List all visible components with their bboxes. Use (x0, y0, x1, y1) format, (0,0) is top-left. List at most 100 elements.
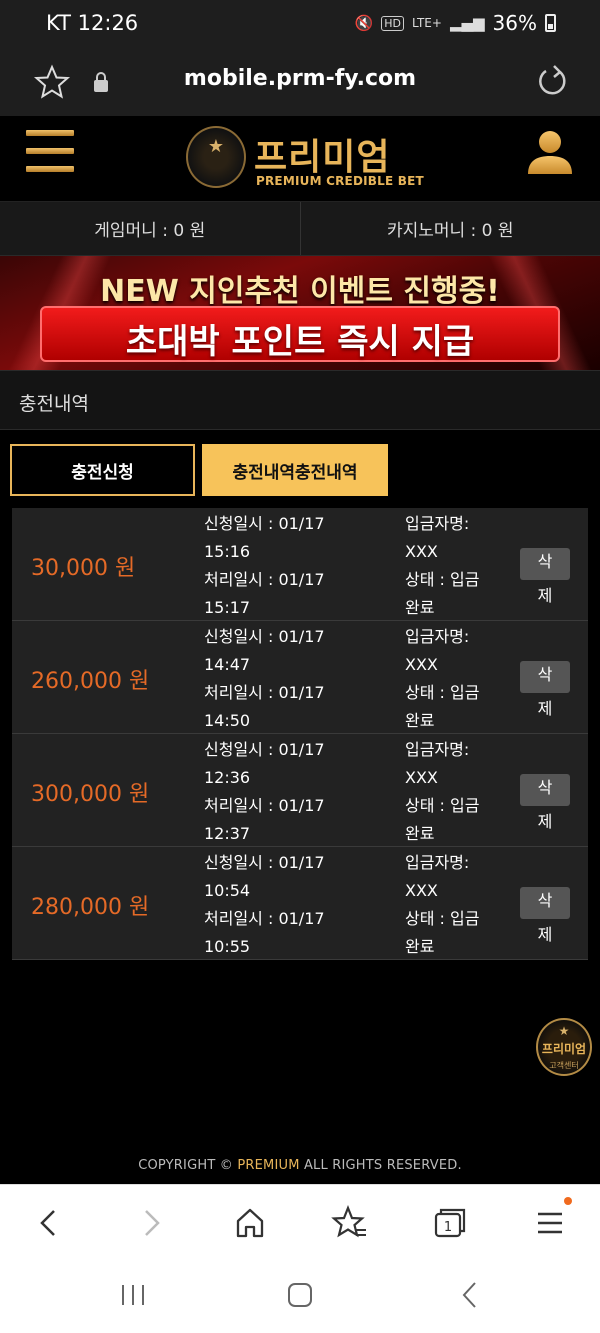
menu-icon[interactable] (530, 1203, 570, 1243)
history-row: 30,000 원 신청일시 : 01/17 15:16 처리일시 : 01/17… (12, 508, 588, 621)
star-icon: ★ (558, 1024, 570, 1038)
url-text[interactable]: mobile.prm-fy.com (0, 66, 600, 91)
depositor-column: 입금자명: XXX 상태 : 입금 완료 (405, 623, 515, 735)
status-value: 완료 (405, 598, 435, 617)
request-time-label: 신청일시 : 01/17 (204, 740, 325, 759)
back-arrow-icon[interactable] (28, 1203, 68, 1243)
history-row: 280,000 원 신청일시 : 01/17 10:54 처리일시 : 01/1… (12, 847, 588, 960)
page-title: 충전내역 (19, 393, 89, 415)
depositor-label: 입금자명: (405, 853, 470, 872)
delete-button-label-2: 제 (537, 925, 553, 944)
system-back-icon[interactable] (455, 1280, 485, 1310)
battery-percent: 36% (492, 11, 537, 35)
menu-hamburger-icon[interactable] (26, 130, 74, 174)
customer-support-badge[interactable]: ★ 프리미엄 고객센터 (536, 1018, 592, 1076)
delete-button[interactable]: 삭 (520, 887, 570, 919)
status-value: 완료 (405, 937, 435, 956)
status-value: 완료 (405, 824, 435, 843)
logo-emblem-icon (186, 126, 246, 188)
notification-dot (564, 1197, 572, 1205)
signal-icon: ▂▄▆ (449, 14, 485, 32)
process-time-value: 14:50 (204, 711, 251, 730)
battery-icon (545, 14, 556, 32)
banner-line-2: 초대박 포인트 즉시 지급 (125, 322, 475, 362)
delete-button[interactable]: 삭 (520, 548, 570, 580)
request-time-value: 15:16 (204, 542, 251, 561)
status-label: 상태 : 입금 (405, 909, 480, 928)
depositor-value: XXX (405, 542, 438, 561)
charge-amount: 30,000 원 (31, 556, 136, 581)
status-value: 완료 (405, 711, 435, 730)
reload-icon[interactable] (532, 62, 572, 102)
depositor-column: 입금자명: XXX 상태 : 입금 완료 (405, 510, 515, 622)
process-time-value: 12:37 (204, 824, 251, 843)
recent-apps-icon[interactable] (118, 1280, 148, 1310)
time-column: 신청일시 : 01/17 15:16 처리일시 : 01/17 15:17 (204, 510, 394, 622)
browser-url-bar: mobile.prm-fy.com (0, 50, 600, 116)
request-time-value: 14:47 (204, 655, 251, 674)
request-time-value: 10:54 (204, 881, 251, 900)
network-label: LTE+ (411, 16, 442, 30)
site-logo[interactable]: 프리미엄 PREMIUM CREDIBLE BET (186, 126, 426, 196)
tabs-icon[interactable]: 1 (430, 1203, 470, 1243)
time-column: 신청일시 : 01/17 12:36 처리일시 : 01/17 12:37 (204, 736, 394, 848)
depositor-value: XXX (405, 881, 438, 900)
site-header: 프리미엄 PREMIUM CREDIBLE BET (0, 116, 600, 202)
process-time-label: 처리일시 : 01/17 (204, 796, 325, 815)
depositor-column: 입금자명: XXX 상태 : 입금 완료 (405, 736, 515, 848)
copyright-suffix: ALL RIGHTS RESERVED. (299, 1158, 462, 1173)
tab-charge-apply[interactable]: 충전신청 (10, 444, 195, 496)
home-icon[interactable] (230, 1203, 270, 1243)
time-column: 신청일시 : 01/17 14:47 처리일시 : 01/17 14:50 (204, 623, 394, 735)
delete-button-label-2: 제 (537, 812, 553, 831)
charge-amount: 300,000 원 (31, 782, 150, 807)
tab-charge-history[interactable]: 충전내역충전내역 (202, 444, 388, 496)
support-badge-sub: 고객센터 (549, 1061, 579, 1070)
hd-voice-icon: HD (381, 15, 404, 31)
delete-button-label-2: 제 (537, 586, 553, 605)
game-money-balance: 게임머니 : 0 원 (94, 221, 206, 241)
balance-bar: 게임머니 : 0 원 카지노머니 : 0 원 (0, 202, 600, 256)
mute-icon: 🔇 (354, 14, 374, 32)
request-time-value: 12:36 (204, 768, 251, 787)
banner-line-1: NEW 지인추천 이벤트 진행중! (100, 274, 500, 309)
depositor-label: 입금자명: (405, 740, 470, 759)
charge-amount: 280,000 원 (31, 895, 150, 920)
promo-banner[interactable]: NEW 지인추천 이벤트 진행중! 초대박 포인트 즉시 지급 (0, 256, 600, 370)
copyright-prefix: COPYRIGHT © (138, 1158, 238, 1173)
delete-button[interactable]: 삭 (520, 774, 570, 806)
casino-money-balance: 카지노머니 : 0 원 (299, 202, 600, 255)
system-nav-bar (0, 1260, 600, 1333)
request-time-label: 신청일시 : 01/17 (204, 514, 325, 533)
request-time-label: 신청일시 : 01/17 (204, 627, 325, 646)
status-label: 상태 : 입금 (405, 683, 480, 702)
process-time-label: 처리일시 : 01/17 (204, 570, 325, 589)
home-button-icon[interactable] (285, 1280, 315, 1310)
svg-text:1: 1 (444, 1220, 452, 1235)
user-profile-icon[interactable] (526, 128, 574, 180)
status-label: 상태 : 입금 (405, 796, 480, 815)
logo-text-kr: 프리미엄 (254, 137, 391, 178)
request-time-label: 신청일시 : 01/17 (204, 853, 325, 872)
status-bar: KT 12:26 🔇 HD LTE+ ▂▄▆ 36% (0, 0, 600, 50)
bookmarks-star-icon[interactable] (330, 1203, 370, 1243)
delete-button-label-2: 제 (537, 699, 553, 718)
browser-toolbar: 1 (0, 1184, 600, 1260)
section-title-bar: 충전내역 (0, 370, 600, 430)
support-badge-title: 프리미엄 (541, 1042, 587, 1056)
history-row: 300,000 원 신청일시 : 01/17 12:36 처리일시 : 01/1… (12, 734, 588, 847)
history-row: 260,000 원 신청일시 : 01/17 14:47 처리일시 : 01/1… (12, 621, 588, 734)
status-icons: 🔇 HD LTE+ ▂▄▆ 36% (354, 11, 556, 35)
banner-highlight-box: 초대박 포인트 즉시 지급 (40, 306, 560, 362)
forward-arrow-icon[interactable] (132, 1203, 172, 1243)
time-column: 신청일시 : 01/17 10:54 처리일시 : 01/17 10:55 (204, 849, 394, 961)
status-label: 상태 : 입금 (405, 570, 480, 589)
process-time-label: 처리일시 : 01/17 (204, 683, 325, 702)
depositor-value: XXX (405, 768, 438, 787)
charge-history-list: 30,000 원 신청일시 : 01/17 15:16 처리일시 : 01/17… (12, 508, 588, 960)
depositor-label: 입금자명: (405, 627, 470, 646)
depositor-label: 입금자명: (405, 514, 470, 533)
copyright-brand: PREMIUM (237, 1158, 300, 1173)
delete-button[interactable]: 삭 (520, 661, 570, 693)
carrier-time: KT 12:26 (46, 11, 139, 35)
